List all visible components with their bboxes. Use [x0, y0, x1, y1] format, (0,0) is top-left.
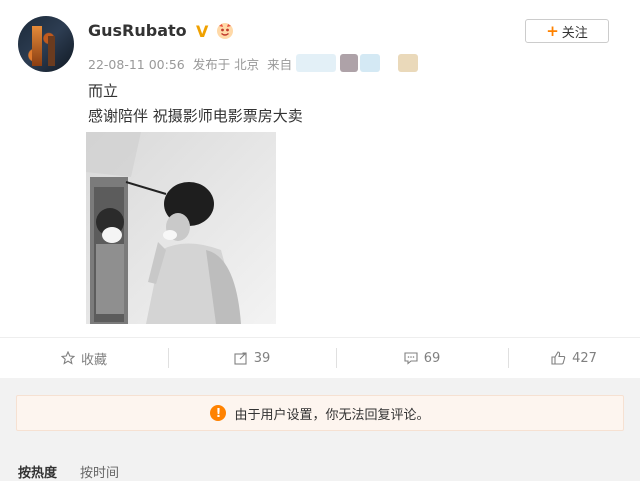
post-meta: 22-08-11 00:56 发布于 北京 来自	[88, 54, 292, 73]
avatar-building-shape	[48, 36, 55, 66]
post-photo[interactable]	[86, 132, 276, 324]
tab-sort-by-hot[interactable]: 按热度	[18, 462, 57, 481]
avatar[interactable]	[18, 16, 74, 72]
favorite-label: 收藏	[80, 352, 107, 368]
like-count: 427	[572, 350, 597, 366]
star-icon	[60, 351, 75, 365]
thumbs-up-icon	[551, 351, 566, 365]
fan-badge-icon	[217, 23, 233, 39]
comment-count: 69	[423, 350, 441, 366]
post-card: GusRubato V 22-08-11 00:56 发布于 北京 来自 + 关…	[0, 0, 640, 378]
post-location: 发布于 北京	[192, 57, 260, 72]
avatar-tower-shape	[32, 26, 42, 66]
blurred-source-b	[340, 54, 358, 72]
action-bar: 收藏 39 69 427	[0, 337, 640, 378]
photo-illustration	[86, 132, 276, 324]
favorite-button[interactable]: 收藏	[0, 338, 168, 378]
post-text-line1: 而立	[88, 82, 119, 100]
username[interactable]: GusRubato	[88, 21, 187, 40]
like-button[interactable]: 427	[508, 338, 640, 378]
plus-icon: +	[546, 22, 559, 40]
verified-badge-icon: V	[196, 22, 209, 41]
comment-button[interactable]: 69	[336, 338, 508, 378]
repost-button[interactable]: 39	[168, 338, 336, 378]
tab-sort-by-time[interactable]: 按时间	[80, 462, 119, 481]
comment-disabled-notice: ! 由于用户设置，你无法回复评论。	[16, 395, 624, 431]
warning-icon: !	[210, 405, 227, 421]
notice-text: 由于用户设置，你无法回复评论。	[234, 407, 430, 423]
blurred-source-d	[398, 54, 418, 72]
post-timestamp[interactable]: 22-08-11 00:56	[88, 57, 185, 72]
post-source-label: 来自	[267, 57, 293, 72]
follow-button[interactable]: + 关注	[525, 19, 609, 43]
repost-icon	[234, 352, 247, 365]
blurred-source-c	[360, 54, 380, 72]
blurred-source-a	[296, 54, 336, 72]
repost-count: 39	[253, 350, 271, 366]
follow-label: 关注	[561, 25, 588, 41]
comment-icon	[404, 352, 418, 365]
post-text-line2: 感谢陪伴 祝摄影师电影票房大卖	[88, 107, 303, 125]
